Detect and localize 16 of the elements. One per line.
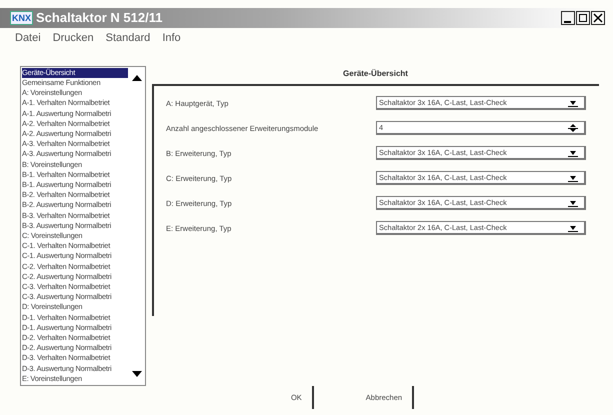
- knx-logo: KNX: [10, 10, 34, 25]
- dropdown-arrow-icon: [568, 98, 578, 107]
- menu-item[interactable]: Info: [162, 32, 181, 44]
- dropdown-arrow-icon: [568, 198, 578, 207]
- spinner-arrows-icon: [568, 122, 578, 133]
- dropdown-arrow-icon: [568, 224, 578, 232]
- minimize-icon[interactable]: [561, 10, 575, 25]
- menu-item[interactable]: Drucken: [52, 32, 94, 44]
- close-icon[interactable]: [591, 10, 605, 25]
- maximize-icon[interactable]: [576, 10, 590, 25]
- dropdown-arrow-icon: [568, 174, 578, 182]
- dropdown-arrow-icon: [568, 148, 578, 157]
- menu-item[interactable]: Standard: [106, 32, 150, 44]
- panel-title: Geräte-Übersicht: [342, 68, 409, 80]
- window-title: Schaltaktor N 512/11: [36, 10, 164, 26]
- menu-item[interactable]: Datei: [15, 32, 41, 44]
